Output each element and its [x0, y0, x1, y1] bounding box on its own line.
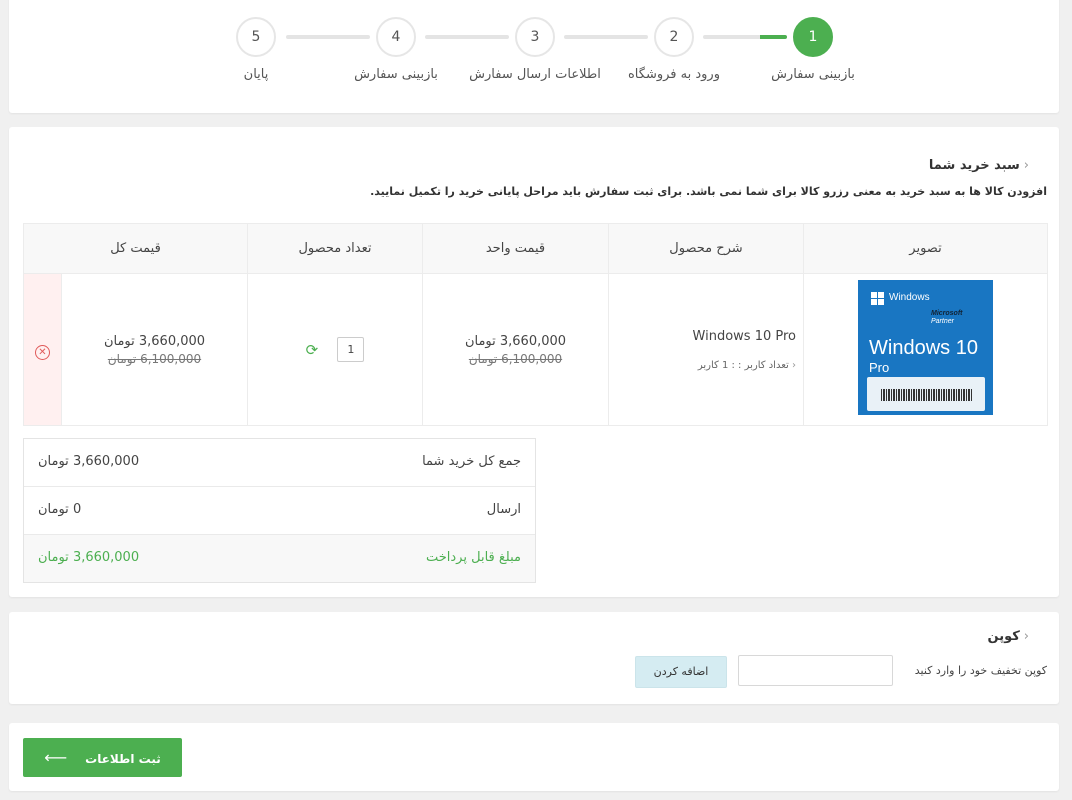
payable-row: مبلغ قابل پرداخت 3,660,000 تومان [24, 535, 535, 582]
order-totals: جمع کل خرید شما 3,660,000 تومان ارسال 0 … [23, 438, 536, 583]
coupon-hint: کوپن تخفیف خود را وارد کنید [914, 664, 1047, 677]
product-meta: ‹ تعداد کاربر : : 1 کاربر [697, 359, 796, 371]
cart-panel: ‹سبد خرید شما افزودن کالا ها به سبد خرید… [9, 127, 1059, 597]
step-3-circle[interactable]: 3 [515, 17, 555, 57]
microsoft-partner-badge: Microsoft Partner [931, 310, 963, 325]
windows-logo-icon [871, 292, 885, 306]
quantity-cell: ⟳ 1 [247, 273, 423, 426]
col-header-total: قیمت کل [23, 223, 248, 274]
submit-panel: ثبت اطلاعات ⟵ [9, 723, 1059, 791]
chevron-left-icon: ‹ [1023, 158, 1029, 173]
cart-table: قیمت کل تعداد محصول قیمت واحد شرح محصول … [23, 223, 1048, 426]
product-name[interactable]: Windows 10 Pro [610, 329, 802, 344]
barcode [881, 389, 973, 401]
unit-price-cell: 3,660,000 تومان 6,100,000 تومان [422, 273, 609, 426]
col-header-unit-price: قیمت واحد [422, 223, 609, 274]
product-key-card [867, 377, 985, 411]
cart-note: افزودن کالا ها به سبد خرید به معنی رزرو … [370, 185, 1047, 198]
shipping-label: ارسال [486, 502, 521, 517]
add-coupon-button[interactable]: اضافه کردن [635, 656, 727, 688]
total-price-cell: 3,660,000 تومان 6,100,000 تومان [61, 273, 248, 426]
total-price-old: 6,100,000 تومان [107, 351, 202, 366]
subtotal-row: جمع کل خرید شما 3,660,000 تومان [24, 439, 535, 487]
shipping-value: 0 تومان [38, 502, 82, 517]
coupon-title: ‹کوپن [987, 629, 1030, 644]
coupon-input[interactable] [738, 655, 893, 686]
subtotal-label: جمع کل خرید شما [422, 454, 521, 469]
step-5-circle[interactable]: 5 [236, 17, 276, 57]
col-header-image: تصویر [803, 223, 1048, 274]
table-row: ✕ 3,660,000 تومان 6,100,000 تومان ⟳ 1 3,… [23, 273, 1048, 426]
step-5-label: پایان [243, 67, 269, 82]
product-image-edition: Pro [869, 360, 890, 375]
chevron-left-icon: ‹ [1023, 629, 1029, 644]
col-header-description: شرح محصول [608, 223, 804, 274]
subtotal-value: 3,660,000 تومان [38, 454, 140, 469]
quantity-input[interactable]: 1 [337, 337, 365, 362]
product-image[interactable]: Windows Microsoft Partner Windows 10 Pro [858, 280, 993, 415]
product-image-title: Windows 10 [869, 337, 978, 359]
unit-price: 3,660,000 تومان [464, 333, 567, 349]
step-connector-4-5 [286, 35, 370, 39]
payable-label: مبلغ قابل پرداخت [425, 550, 521, 565]
step-4-circle[interactable]: 4 [376, 17, 416, 57]
unit-price-old: 6,100,000 تومان [468, 351, 563, 366]
step-connector-2-3 [564, 35, 648, 39]
shipping-row: ارسال 0 تومان [24, 487, 535, 535]
product-image-brand: Windows [889, 292, 930, 303]
coupon-panel: ‹کوپن کوپن تخفیف خود را وارد کنید اضافه … [9, 612, 1059, 704]
step-connector-1-2 [703, 35, 787, 39]
remove-item-icon[interactable]: ✕ [35, 344, 50, 360]
total-price: 3,660,000 تومان [103, 333, 206, 349]
submit-label: ثبت اطلاعات [85, 752, 161, 766]
cart-title: ‹سبد خرید شما [928, 158, 1029, 173]
col-header-quantity: تعداد محصول [247, 223, 423, 274]
remove-cell[interactable]: ✕ [23, 273, 62, 426]
chevron-left-icon: ‹ [792, 359, 796, 371]
step-1-circle[interactable]: 1 [793, 17, 833, 57]
step-connector-3-4 [425, 35, 509, 39]
payable-value: 3,660,000 تومان [38, 550, 140, 565]
cart-table-header: قیمت کل تعداد محصول قیمت واحد شرح محصول … [23, 223, 1048, 274]
image-cell: Windows Microsoft Partner Windows 10 Pro [803, 273, 1048, 426]
submit-button[interactable]: ثبت اطلاعات ⟵ [23, 738, 182, 777]
checkout-stepper: 1 2 3 4 5 بازبینی سفارش ورود به فروشگاه … [9, 0, 1059, 113]
arrow-left-icon: ⟵ [44, 748, 68, 767]
refresh-icon[interactable]: ⟳ [306, 341, 319, 359]
description-cell: Windows 10 Pro ‹ تعداد کاربر : : 1 کاربر [608, 273, 804, 426]
step-2-circle[interactable]: 2 [654, 17, 694, 57]
